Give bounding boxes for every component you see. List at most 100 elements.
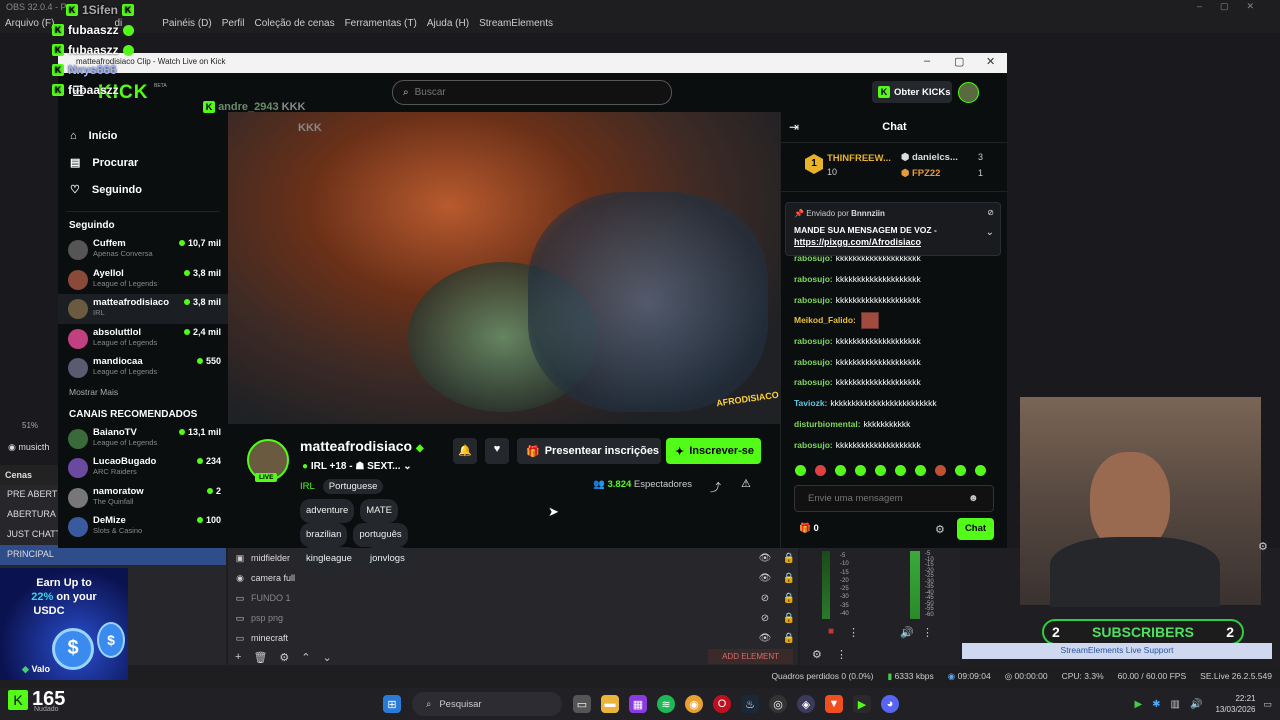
source-row[interactable]: ▭ psp png ⊘ 🔒 [228,608,798,628]
tag[interactable]: adventure [300,499,355,523]
menu-streamelements[interactable]: StreamElements [479,18,553,30]
source-row[interactable]: ▭ FUNDO 1 ⊘ 🔒 [228,588,798,608]
eye-hidden-icon[interactable]: ⊘ [756,613,774,624]
speaker-icon[interactable]: 🔊 [900,626,914,639]
chat-username[interactable]: rabosujo: [794,440,833,450]
unpin-icon[interactable]: ⊘ [987,208,994,217]
channel-item[interactable]: Ayellol League of Legends 3,8 mil [58,265,228,295]
nav-home[interactable]: ⌂ Início [58,122,228,149]
scene-item-active[interactable]: PRINCIPAL [0,545,226,565]
chat-username[interactable]: rabosujo: [794,295,833,305]
chevron-down-icon[interactable]: ⌄ [986,227,994,238]
emote-icon[interactable] [815,465,826,476]
close-icon[interactable]: ✕ [986,55,995,68]
lock-icon[interactable]: 🔒 [780,613,798,624]
menu-scene-collection[interactable]: Coleção de cenas [255,18,335,30]
channel-item[interactable]: BaianoTV League of Legends 13,1 mil [58,424,228,454]
windows-start-icon[interactable]: ⊞ [383,695,401,713]
down-icon[interactable]: ⌄ [323,651,332,664]
streamer-name[interactable]: matteafrodisiaco ◆ [300,438,424,454]
subscribe-button[interactable]: ✦ Inscrever-se [666,438,761,464]
tray-volume-icon[interactable]: 🔊 [1190,699,1202,710]
chat-username[interactable]: Taviozk: [794,398,827,408]
emoji-icon[interactable]: ☻ [968,493,979,504]
top-gifter-name[interactable]: THINFREEW... [827,153,891,164]
gear-icon[interactable]: ⚙ [279,651,289,664]
tag[interactable]: português [353,523,408,547]
stream-title[interactable]: ● IRL +18 - ☗ SEXT... ⌄ [302,461,412,472]
discord-icon[interactable]: ◕ [881,695,899,713]
channel-item[interactable]: mandiocaa League of Legends 550 [58,353,228,383]
source-row[interactable]: ◉ camera full 👁 🔒 [228,568,798,588]
chat-message[interactable]: rabosujo: kkkkkkkkkkkkkkkkkkkk [781,434,1008,455]
emote-icon[interactable] [975,465,986,476]
emote-icon[interactable] [915,465,926,476]
emote-icon[interactable] [855,465,866,476]
brave-icon[interactable]: ▼ [825,695,843,713]
gear-icon[interactable]: ⚙ [935,523,945,536]
channel-item[interactable]: namoratow The Quinfall 2 [58,483,228,513]
show-more-link[interactable]: Mostrar Mais [58,383,228,401]
tag[interactable]: jonvlogs [363,547,411,571]
chat-message[interactable]: Meikod_Falido: [781,310,1008,331]
lock-icon[interactable]: 🔒 [780,593,798,604]
menu-tools[interactable]: Ferramentas (T) [345,18,417,30]
streamlabs-icon[interactable]: ◈ [797,695,815,713]
tray-play-icon[interactable]: ▶ [1134,699,1142,710]
chat-message[interactable]: rabosujo: kkkkkkkkkkkkkkkkkkkk [781,269,1008,290]
emote-icon[interactable] [835,465,846,476]
menu-dots-icon[interactable]: ⋮ [922,626,933,639]
chat-message[interactable]: rabosujo: kkkkkkkkkkkkkkkkkkkk [781,331,1008,352]
gear-icon[interactable]: ⚙ [1258,540,1268,553]
report-icon[interactable]: ⚠ [741,477,751,490]
muted-speaker-icon[interactable]: ■ [828,626,834,637]
menu-file[interactable]: Arquivo (F) [5,18,54,30]
spotify-icon[interactable]: ≋ [657,695,675,713]
chat-send-button[interactable]: Chat [957,518,994,540]
chat-username[interactable]: rabosujo: [794,357,833,367]
chat-message[interactable]: disturbiomental: kkkkkkkkkkk [781,414,1008,435]
menu-dots-icon[interactable]: ⋮ [836,648,847,661]
tag[interactable]: MATE [360,499,398,523]
eye-icon[interactable]: 👁 [756,553,774,564]
channel-item[interactable]: LucaoBugado ARC Raiders 234 [58,453,228,483]
notification-icon[interactable]: ▭ [1263,699,1272,710]
gifter-name[interactable]: ⬢ danielcs... [901,152,958,163]
chat-message[interactable]: Taviozk: kkkkkkkkkkkkkkkkkkkkkkkkk [781,393,1008,414]
opera-icon[interactable]: O [713,695,731,713]
channel-item[interactable]: Cuffem Apenas Conversa 10,7 mil [58,235,228,265]
tag[interactable]: brazilian [300,523,348,547]
minimize-icon[interactable]: – [924,55,930,67]
app-grid-icon[interactable]: ▦ [629,695,647,713]
notification-bell-icon[interactable]: 🔔 [453,438,477,464]
avatar[interactable] [958,82,979,103]
up-icon[interactable]: ⌃ [301,651,310,664]
menu-profile[interactable]: Perfil [222,18,245,30]
chat-message[interactable]: rabosujo: kkkkkkkkkkkkkkkkkkkk [781,289,1008,310]
kick-app-icon[interactable]: ▶ [853,695,871,713]
taskbar-search[interactable]: ⌕ Pesquisar [412,692,562,716]
ad-banner[interactable]: Earn Up to 22% on your USDC $ $ ◆ Valo [0,568,128,680]
task-view-icon[interactable]: ▭ [573,695,591,713]
menu-help[interactable]: Ajuda (H) [427,18,469,30]
nav-following[interactable]: ♡ Seguindo [58,176,228,203]
chrome-icon[interactable]: ◉ [685,695,703,713]
steam-icon[interactable]: ♨ [741,695,759,713]
nav-browse[interactable]: ▤ Procurar [58,149,228,176]
chat-username[interactable]: disturbiomental: [794,419,861,429]
search-box[interactable]: ⌕ [392,80,672,105]
settings-link-icon[interactable]: ⚙ [812,648,822,661]
tray-network-icon[interactable]: ▥ [1171,699,1180,710]
follow-heart-icon[interactable]: ♥ [485,438,509,464]
channel-item[interactable]: absoluttlol League of Legends 2,4 mil [58,324,228,354]
se-support-bar[interactable]: StreamElements Live Support [962,643,1272,659]
eye-icon[interactable]: 👁 [756,573,774,584]
clock[interactable]: 22:21 13/03/2026 [1215,693,1255,715]
trash-icon[interactable]: 🗑 [253,651,267,664]
emote-icon[interactable] [935,465,946,476]
eye-hidden-icon[interactable]: ⊘ [756,593,774,604]
video-player[interactable]: AFRODISIACO [228,112,780,424]
language-tag[interactable]: Portuguese [322,479,384,494]
lock-icon[interactable]: 🔒 [780,573,798,584]
chat-input-box[interactable]: ☻ [794,485,994,512]
